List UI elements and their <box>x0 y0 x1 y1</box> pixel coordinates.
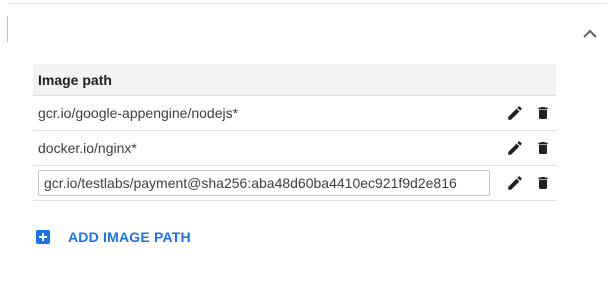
trash-icon <box>538 107 548 119</box>
pencil-icon <box>508 106 522 120</box>
edit-button[interactable] <box>504 137 526 159</box>
table-row: docker.io/nginx* <box>33 131 556 166</box>
delete-button[interactable] <box>532 137 554 159</box>
collapse-button[interactable] <box>579 24 601 42</box>
image-path-input[interactable] <box>38 170 490 196</box>
edit-button[interactable] <box>504 102 526 124</box>
row-actions <box>504 96 554 130</box>
panel-left-divider <box>7 16 8 42</box>
table-header: Image path <box>33 64 556 96</box>
image-path-text: docker.io/nginx* <box>38 140 137 156</box>
image-path-table: Image path gcr.io/google-appengine/nodej… <box>33 64 556 201</box>
add-image-path-label: ADD IMAGE PATH <box>68 229 191 245</box>
chevron-up-icon <box>583 29 597 38</box>
column-header-image-path: Image path <box>38 71 112 88</box>
panel-top-divider <box>7 3 607 4</box>
row-actions <box>504 131 554 165</box>
table-row <box>33 166 556 201</box>
image-path-text: gcr.io/google-appengine/nodejs* <box>38 105 239 121</box>
table-row: gcr.io/google-appengine/nodejs* <box>33 96 556 131</box>
edit-button[interactable] <box>504 172 526 194</box>
pencil-icon <box>508 141 522 155</box>
plus-box-icon <box>36 230 50 244</box>
delete-button[interactable] <box>532 102 554 124</box>
trash-icon <box>538 142 548 154</box>
trash-icon <box>538 177 548 189</box>
delete-button[interactable] <box>532 172 554 194</box>
row-actions <box>504 166 554 200</box>
pencil-icon <box>508 176 522 190</box>
add-image-path-button[interactable]: ADD IMAGE PATH <box>36 227 191 247</box>
